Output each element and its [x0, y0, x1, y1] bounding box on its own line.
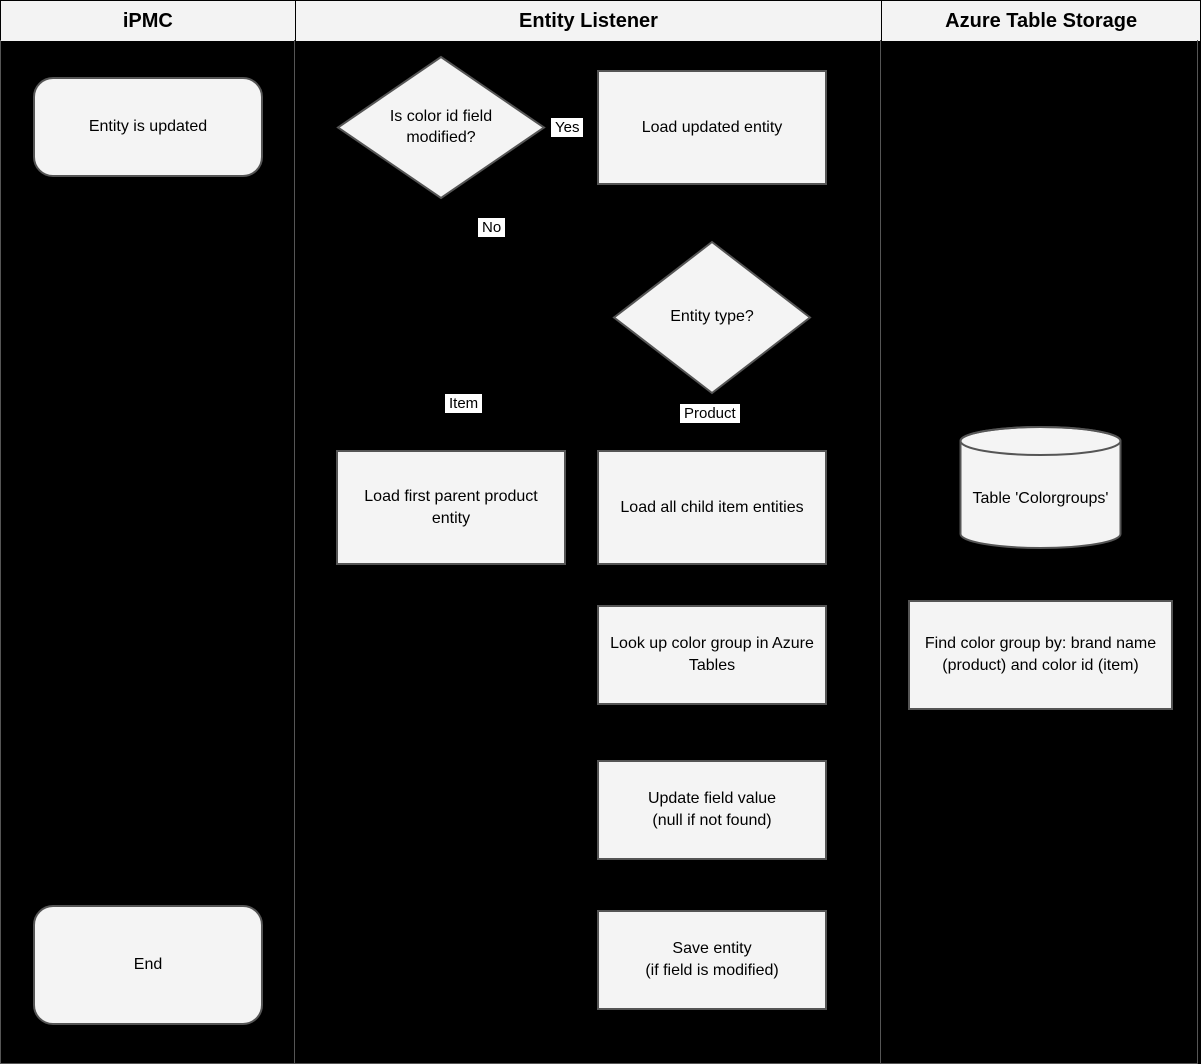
edge-label-no: No [478, 218, 505, 237]
load-updated-entity: Load updated entity [597, 70, 827, 185]
decision-entity-type: Entity type? [612, 240, 812, 395]
cylinder-label: Table 'Colorgroups' [958, 457, 1123, 542]
save-entity: Save entity (if field is modified) [597, 910, 827, 1010]
decision1-label: Is color id field modified? [336, 55, 546, 200]
swimlane-diagram: iPMC Entity Listener Azure Table Storage… [0, 0, 1201, 1064]
swimlane-headers: iPMC Entity Listener Azure Table Storage [0, 0, 1201, 42]
find-color-group: Find color group by: brand name (product… [908, 600, 1173, 710]
lane-header-ipmc: iPMC [0, 1, 295, 41]
decision2-label: Entity type? [612, 240, 812, 395]
lane-azure-table-storage [880, 40, 1198, 1064]
load-all-child-items: Load all child item entities [597, 450, 827, 565]
edge-label-product: Product [680, 404, 740, 423]
edge-label-yes: Yes [551, 118, 583, 137]
lookup-color-group: Look up color group in Azure Tables [597, 605, 827, 705]
edge-label-item: Item [445, 394, 482, 413]
load-first-parent-product: Load first parent product entity [336, 450, 566, 565]
start-node: Entity is updated [33, 77, 263, 177]
end-node: End [33, 905, 263, 1025]
lane-header-azure-table-storage: Azure Table Storage [881, 1, 1201, 41]
decision-color-id-modified: Is color id field modified? [336, 55, 546, 200]
lane-header-entity-listener: Entity Listener [295, 1, 882, 41]
update-field-value: Update field value (null if not found) [597, 760, 827, 860]
cylinder-colorgroups: Table 'Colorgroups' [958, 425, 1123, 550]
